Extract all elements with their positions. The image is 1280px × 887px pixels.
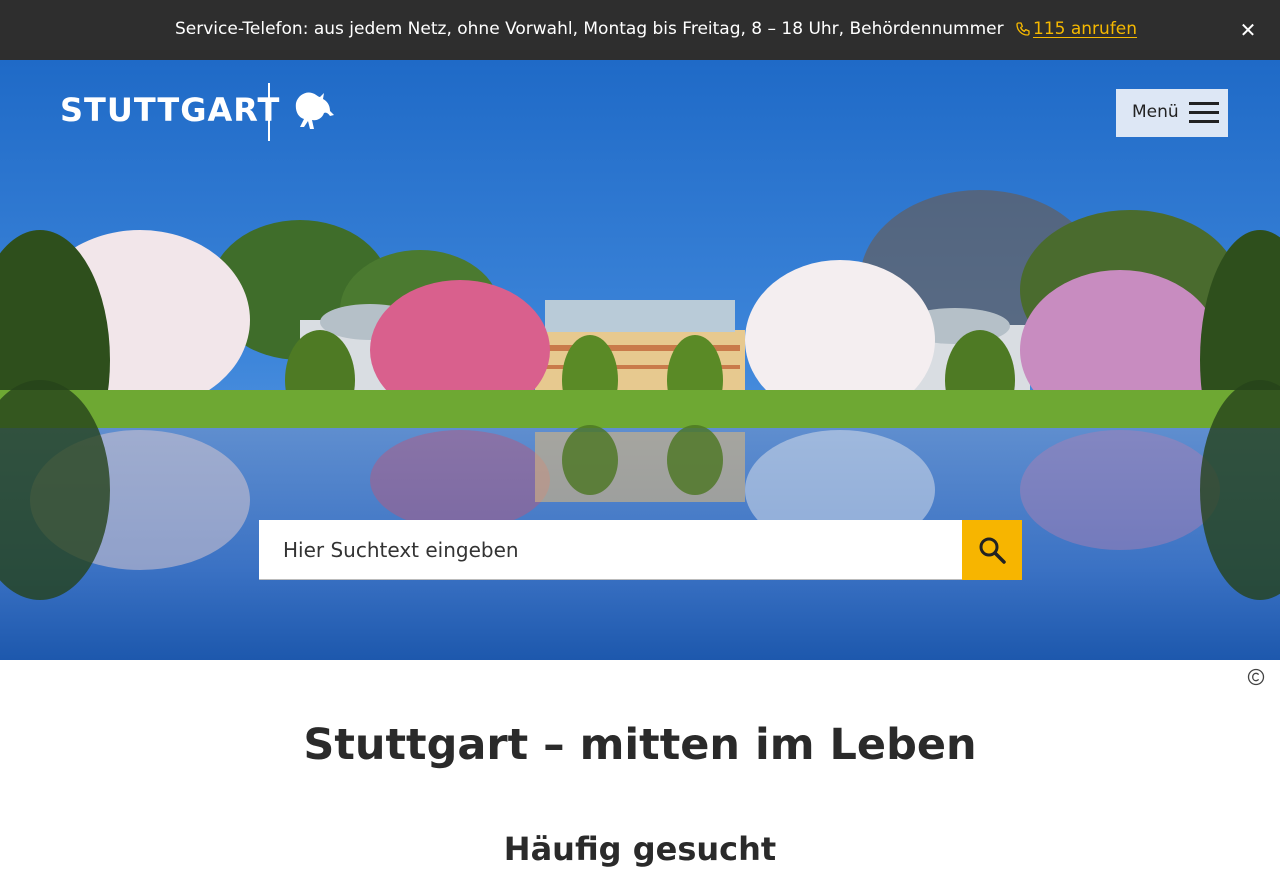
call-115-link[interactable]: 115 anrufen (1033, 19, 1137, 39)
service-bar: Service-Telefon: aus jedem Netz, ohne Vo… (0, 0, 1280, 60)
search-icon (979, 537, 1006, 564)
service-bar-text: Service-Telefon: aus jedem Netz, ohne Vo… (175, 19, 1004, 39)
search-button[interactable] (962, 520, 1022, 580)
menu-label: Menü (1132, 102, 1179, 122)
close-service-bar-button[interactable]: ✕ (1238, 18, 1258, 42)
copyright-icon[interactable] (1247, 668, 1265, 686)
horse-icon (295, 92, 334, 129)
hamburger-icon (1189, 102, 1219, 129)
section-title-frequently-searched: Häufig gesucht (503, 830, 777, 868)
page-title: Stuttgart – mitten im Leben (303, 720, 977, 770)
service-bar-text-wrapper: Service-Telefon: aus jedem Netz, ohne Vo… (175, 17, 1137, 41)
close-icon: ✕ (1239, 18, 1257, 42)
search-input[interactable] (259, 520, 962, 579)
logo-divider (268, 83, 270, 141)
search-box (259, 520, 962, 580)
logo-wordmark: STUTTGART (60, 91, 281, 129)
phone-icon (1016, 22, 1030, 36)
menu-button[interactable]: Menü (1116, 89, 1228, 137)
